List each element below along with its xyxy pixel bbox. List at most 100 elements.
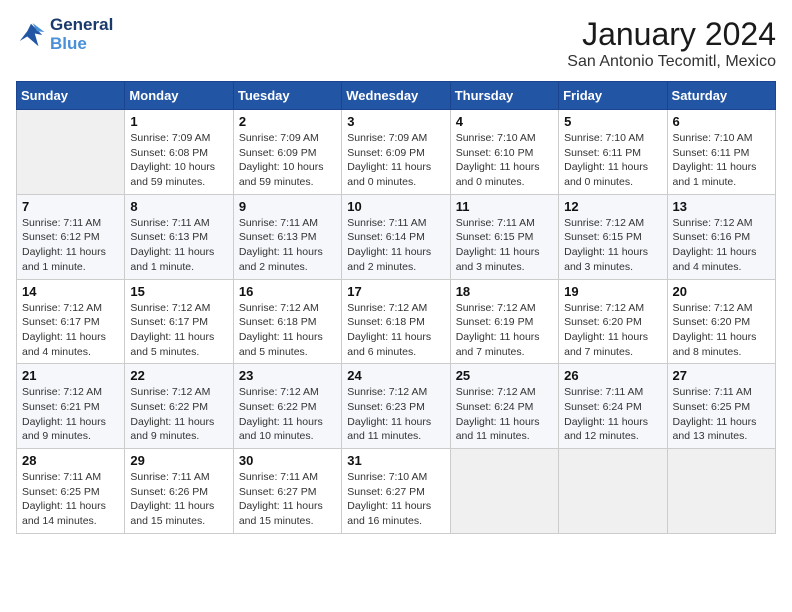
calendar-cell: 31 Sunrise: 7:10 AMSunset: 6:27 PMDayligh… — [342, 449, 450, 534]
weekday-header: Friday — [559, 82, 667, 110]
calendar-cell: 5 Sunrise: 7:10 AMSunset: 6:11 PMDaylight… — [559, 110, 667, 195]
weekday-header: Wednesday — [342, 82, 450, 110]
day-number: 10 — [347, 199, 444, 214]
calendar-cell: 11 Sunrise: 7:11 AMSunset: 6:15 PMDayligh… — [450, 194, 558, 279]
day-info: Sunrise: 7:10 AMSunset: 6:11 PMDaylight:… — [564, 131, 661, 190]
calendar-cell — [17, 110, 125, 195]
day-number: 3 — [347, 114, 444, 129]
day-number: 24 — [347, 368, 444, 383]
day-info: Sunrise: 7:11 AMSunset: 6:13 PMDaylight:… — [239, 216, 336, 275]
month-title: January 2024 — [567, 16, 776, 53]
calendar-cell: 8 Sunrise: 7:11 AMSunset: 6:13 PMDaylight… — [125, 194, 233, 279]
day-info: Sunrise: 7:12 AMSunset: 6:23 PMDaylight:… — [347, 385, 444, 444]
calendar-cell: 29Sunrise: 7:11 AMSunset: 6:26 PMDayligh… — [125, 449, 233, 534]
day-info: Sunrise: 7:11 AMSunset: 6:14 PMDaylight:… — [347, 216, 444, 275]
header: General Blue January 2024 San Antonio Te… — [16, 16, 776, 71]
day-info: Sunrise: 7:11 AMSunset: 6:15 PMDaylight:… — [456, 216, 553, 275]
weekday-header-row: SundayMondayTuesdayWednesdayThursdayFrid… — [17, 82, 776, 110]
calendar-cell — [559, 449, 667, 534]
day-number: 16 — [239, 284, 336, 299]
calendar-cell: 7 Sunrise: 7:11 AMSunset: 6:12 PMDaylight… — [17, 194, 125, 279]
day-info: Sunrise: 7:12 AMSunset: 6:22 PMDaylight:… — [239, 385, 336, 444]
day-number: 13 — [673, 199, 770, 214]
day-info: Sunrise: 7:12 AMSunset: 6:17 PMDaylight:… — [22, 301, 119, 360]
day-number: 19 — [564, 284, 661, 299]
day-number: 8 — [130, 199, 227, 214]
day-number: 9 — [239, 199, 336, 214]
day-number: 25 — [456, 368, 553, 383]
day-number: 12 — [564, 199, 661, 214]
calendar-cell: 3 Sunrise: 7:09 AMSunset: 6:09 PMDaylight… — [342, 110, 450, 195]
day-info: Sunrise: 7:12 AMSunset: 6:16 PMDaylight:… — [673, 216, 770, 275]
calendar-cell: 26 Sunrise: 7:11 AMSunset: 6:24 PMDayligh… — [559, 364, 667, 449]
calendar-cell: 20 Sunrise: 7:12 AMSunset: 6:20 PMDayligh… — [667, 279, 775, 364]
day-number: 26 — [564, 368, 661, 383]
calendar-cell: 25 Sunrise: 7:12 AMSunset: 6:24 PMDayligh… — [450, 364, 558, 449]
calendar-cell: 6 Sunrise: 7:10 AMSunset: 6:11 PMDaylight… — [667, 110, 775, 195]
day-info: Sunrise: 7:10 AMSunset: 6:11 PMDaylight:… — [673, 131, 770, 190]
day-number: 1 — [130, 114, 227, 129]
calendar-cell: 27Sunrise: 7:11 AMSunset: 6:25 PMDayligh… — [667, 364, 775, 449]
day-info: Sunrise: 7:12 AMSunset: 6:24 PMDaylight:… — [456, 385, 553, 444]
calendar-cell: 23 Sunrise: 7:12 AMSunset: 6:22 PMDayligh… — [233, 364, 341, 449]
calendar-cell — [450, 449, 558, 534]
day-info: Sunrise: 7:12 AMSunset: 6:15 PMDaylight:… — [564, 216, 661, 275]
day-number: 20 — [673, 284, 770, 299]
day-info: Sunrise: 7:11 AMSunset: 6:27 PMDaylight:… — [239, 470, 336, 529]
day-info: Sunrise: 7:09 AMSunset: 6:08 PMDaylight:… — [130, 131, 227, 190]
day-number: 11 — [456, 199, 553, 214]
day-info: Sunrise: 7:12 AMSunset: 6:20 PMDaylight:… — [564, 301, 661, 360]
day-number: 28 — [22, 453, 119, 468]
calendar-cell: 1 Sunrise: 7:09 AMSunset: 6:08 PMDaylight… — [125, 110, 233, 195]
day-info: Sunrise: 7:11 AMSunset: 6:24 PMDaylight:… — [564, 385, 661, 444]
weekday-header: Monday — [125, 82, 233, 110]
day-info: Sunrise: 7:10 AMSunset: 6:27 PMDaylight:… — [347, 470, 444, 529]
calendar-cell: 16Sunrise: 7:12 AMSunset: 6:18 PMDayligh… — [233, 279, 341, 364]
day-number: 29 — [130, 453, 227, 468]
day-number: 6 — [673, 114, 770, 129]
day-info: Sunrise: 7:12 AMSunset: 6:22 PMDaylight:… — [130, 385, 227, 444]
calendar-cell: 12 Sunrise: 7:12 AMSunset: 6:15 PMDayligh… — [559, 194, 667, 279]
day-info: Sunrise: 7:11 AMSunset: 6:13 PMDaylight:… — [130, 216, 227, 275]
day-number: 23 — [239, 368, 336, 383]
day-number: 7 — [22, 199, 119, 214]
day-number: 21 — [22, 368, 119, 383]
calendar-cell: 10 Sunrise: 7:11 AMSunset: 6:14 PMDayligh… — [342, 194, 450, 279]
calendar-week-row: 14 Sunrise: 7:12 AMSunset: 6:17 PMDayligh… — [17, 279, 776, 364]
day-number: 5 — [564, 114, 661, 129]
calendar-cell: 22 Sunrise: 7:12 AMSunset: 6:22 PMDayligh… — [125, 364, 233, 449]
calendar-cell: 24 Sunrise: 7:12 AMSunset: 6:23 PMDayligh… — [342, 364, 450, 449]
calendar-week-row: 7 Sunrise: 7:11 AMSunset: 6:12 PMDaylight… — [17, 194, 776, 279]
logo-icon — [16, 20, 46, 50]
day-number: 14 — [22, 284, 119, 299]
day-info: Sunrise: 7:10 AMSunset: 6:10 PMDaylight:… — [456, 131, 553, 190]
day-number: 17 — [347, 284, 444, 299]
logo: General Blue — [16, 16, 113, 53]
day-number: 22 — [130, 368, 227, 383]
calendar-cell: 19 Sunrise: 7:12 AMSunset: 6:20 PMDayligh… — [559, 279, 667, 364]
day-number: 18 — [456, 284, 553, 299]
calendar-cell — [667, 449, 775, 534]
weekday-header: Sunday — [17, 82, 125, 110]
calendar-cell: 21 Sunrise: 7:12 AMSunset: 6:21 PMDayligh… — [17, 364, 125, 449]
day-info: Sunrise: 7:09 AMSunset: 6:09 PMDaylight:… — [347, 131, 444, 190]
day-info: Sunrise: 7:11 AMSunset: 6:25 PMDaylight:… — [22, 470, 119, 529]
day-number: 31 — [347, 453, 444, 468]
calendar-cell: 13 Sunrise: 7:12 AMSunset: 6:16 PMDayligh… — [667, 194, 775, 279]
day-number: 2 — [239, 114, 336, 129]
day-info: Sunrise: 7:12 AMSunset: 6:18 PMDaylight:… — [347, 301, 444, 360]
day-number: 4 — [456, 114, 553, 129]
calendar-table: SundayMondayTuesdayWednesdayThursdayFrid… — [16, 81, 776, 534]
calendar-week-row: 28 Sunrise: 7:11 AMSunset: 6:25 PMDayligh… — [17, 449, 776, 534]
day-info: Sunrise: 7:12 AMSunset: 6:19 PMDaylight:… — [456, 301, 553, 360]
calendar-cell: 14 Sunrise: 7:12 AMSunset: 6:17 PMDayligh… — [17, 279, 125, 364]
day-info: Sunrise: 7:12 AMSunset: 6:17 PMDaylight:… — [130, 301, 227, 360]
day-number: 15 — [130, 284, 227, 299]
day-number: 30 — [239, 453, 336, 468]
day-info: Sunrise: 7:11 AMSunset: 6:12 PMDaylight:… — [22, 216, 119, 275]
day-info: Sunrise: 7:12 AMSunset: 6:20 PMDaylight:… — [673, 301, 770, 360]
day-info: Sunrise: 7:11 AMSunset: 6:25 PMDaylight:… — [673, 385, 770, 444]
day-info: Sunrise: 7:12 AMSunset: 6:21 PMDaylight:… — [22, 385, 119, 444]
calendar-cell: 4 Sunrise: 7:10 AMSunset: 6:10 PMDaylight… — [450, 110, 558, 195]
calendar-cell: 18 Sunrise: 7:12 AMSunset: 6:19 PMDayligh… — [450, 279, 558, 364]
